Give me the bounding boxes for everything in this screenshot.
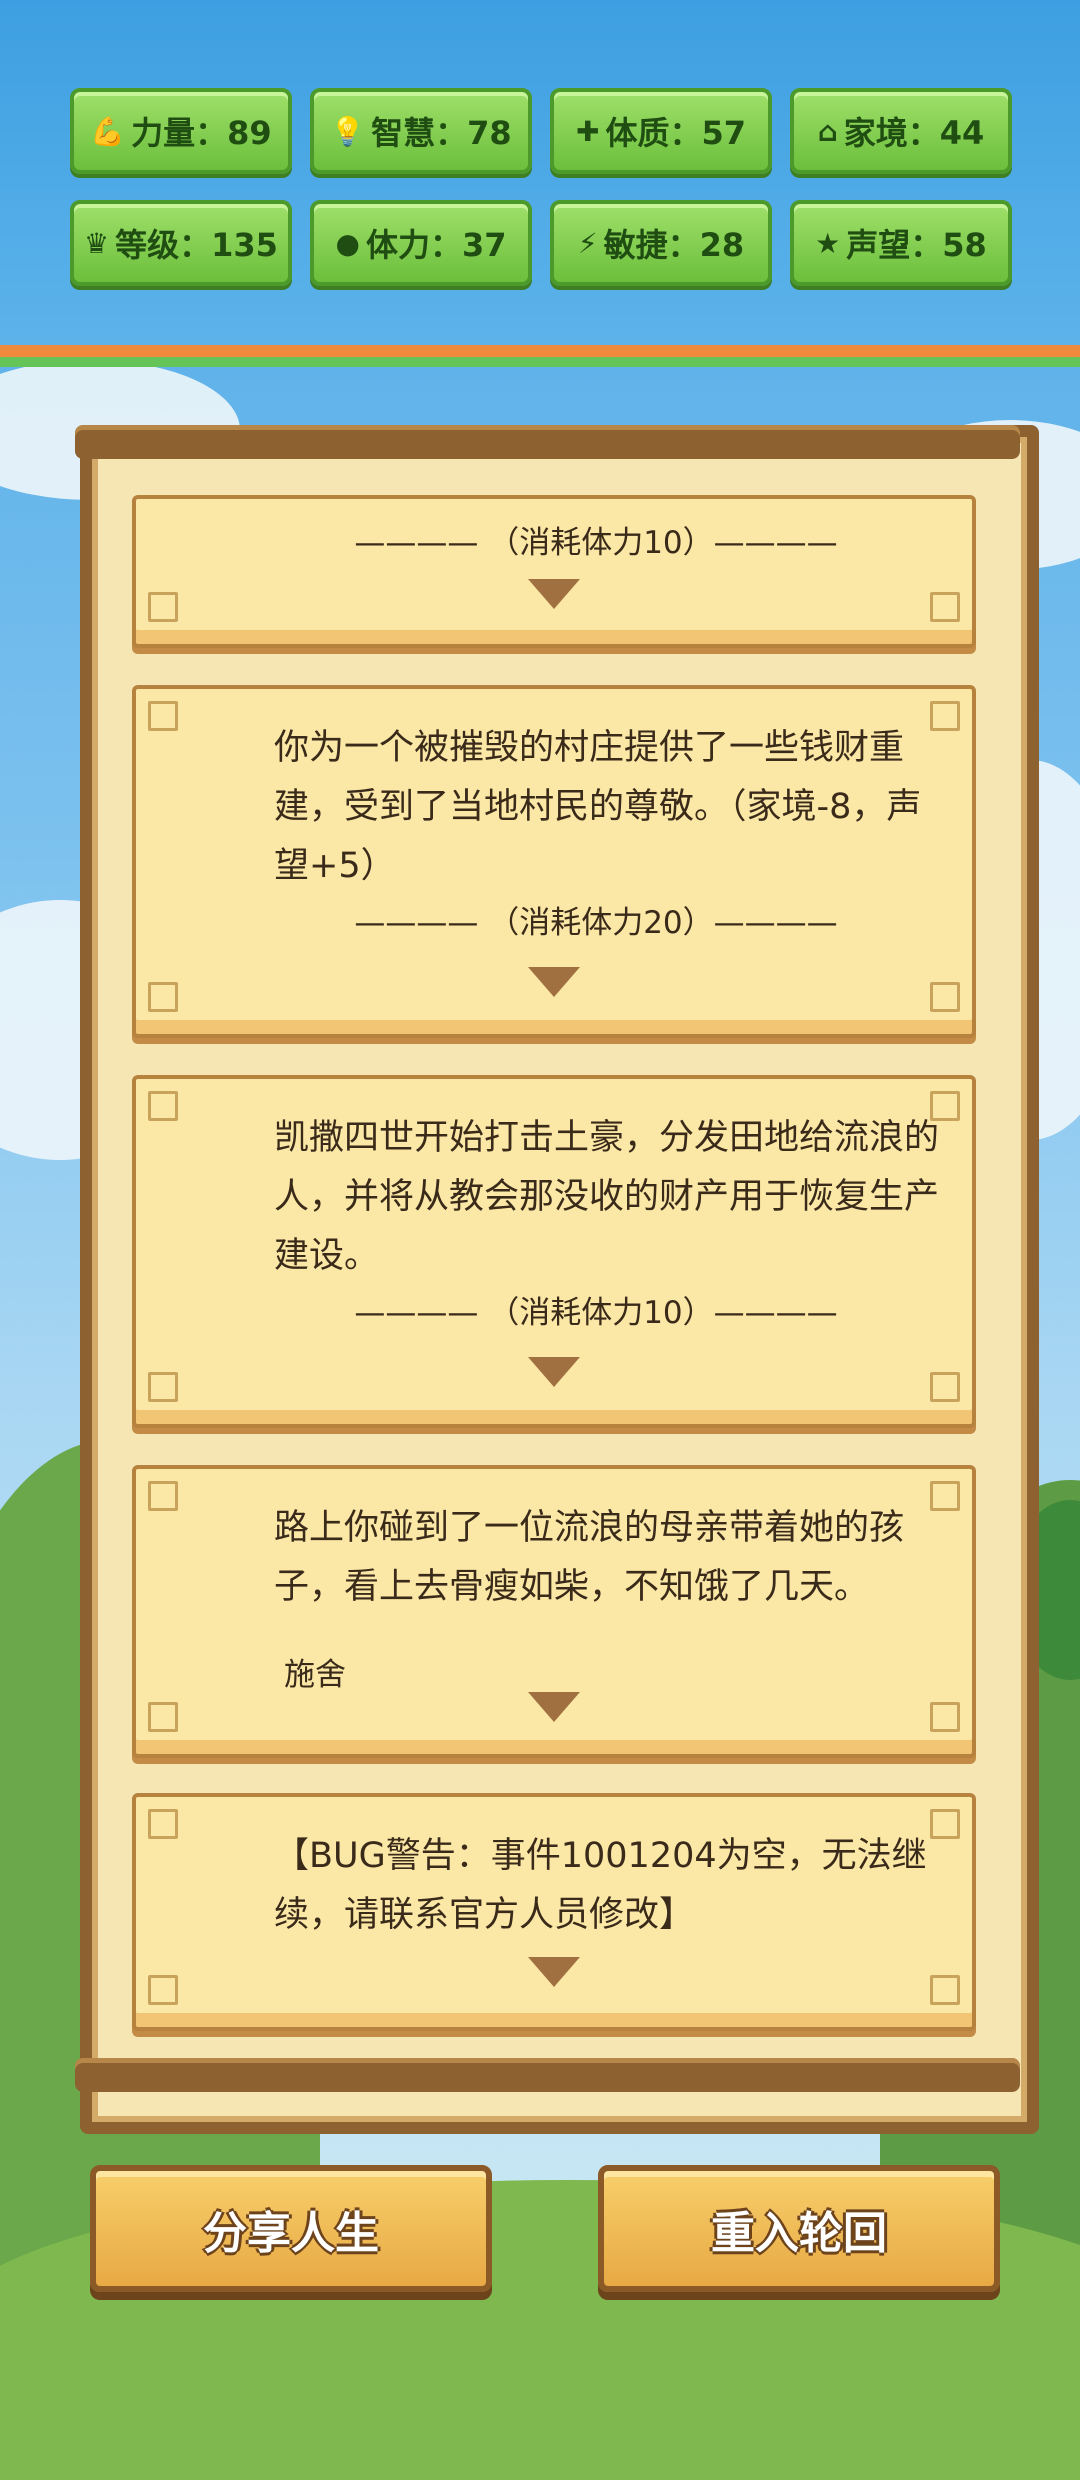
agility-icon: ⚡: [577, 226, 598, 260]
event-cost: ———— （消耗体力20）————: [354, 905, 838, 941]
constitution-icon: ✚: [575, 114, 600, 148]
stat-strength: 💪 力量：89: [70, 88, 292, 174]
event-card[interactable]: ———— （消耗体力10）————: [132, 495, 976, 648]
scroll-rod-bottom: [75, 2058, 1020, 2092]
event-card-bug-warning[interactable]: 【BUG警告：事件1001204为空，无法继续，请联系官方人员修改】: [132, 1793, 976, 2031]
event-text: 路上你碰到了一位流浪的母亲带着她的孩子，看上去骨瘦如柴，不知饿了几天。: [274, 1508, 905, 1607]
expand-arrow-icon[interactable]: [528, 579, 580, 609]
reincarnate-button[interactable]: 重入轮回: [598, 2165, 1000, 2292]
family-icon: ⌂: [817, 114, 838, 148]
event-cost: ———— （消耗体力10）————: [354, 525, 838, 561]
event-text: 【BUG警告：事件1001204为空，无法继续，请联系官方人员修改】: [274, 1836, 927, 1935]
event-cost: ———— （消耗体力10）————: [354, 1295, 838, 1331]
stat-wisdom: 💡 智慧：78: [310, 88, 532, 174]
stamina-icon: ●: [335, 226, 360, 260]
reputation-icon: ★: [815, 226, 841, 260]
event-card[interactable]: 凯撒四世开始打击土豪，分发田地给流浪的人，并将从教会那没收的财产用于恢复生产建设…: [132, 1075, 976, 1428]
choice-option-almsgiving[interactable]: 施舍: [284, 1649, 346, 1694]
stats-panel: 💪 力量：89 💡 智慧：78 ✚ 体质：57 ⌂ 家境：44 ♛ 等级：135 ● 体力：…: [0, 0, 1080, 357]
expand-arrow-icon[interactable]: [528, 1357, 580, 1387]
stat-stamina: ● 体力：37: [310, 200, 532, 286]
event-card[interactable]: 你为一个被摧毁的村庄提供了一些钱财重建，受到了当地村民的尊敬。（家境-8，声望+…: [132, 685, 976, 1038]
stat-family: ⌂ 家境：44: [790, 88, 1012, 174]
strength-icon: 💪: [90, 114, 126, 148]
stat-agility: ⚡ 敏捷：28: [550, 200, 772, 286]
event-text: 你为一个被摧毁的村庄提供了一些钱财重建，受到了当地村民的尊敬。（家境-8，声望+…: [274, 728, 922, 886]
share-life-button[interactable]: 分享人生: [90, 2165, 492, 2292]
expand-arrow-icon[interactable]: [528, 1957, 580, 1987]
expand-arrow-icon[interactable]: [528, 967, 580, 997]
stat-reputation: ★ 声望：58: [790, 200, 1012, 286]
event-card[interactable]: 路上你碰到了一位流浪的母亲带着她的孩子，看上去骨瘦如柴，不知饿了几天。 施舍: [132, 1465, 976, 1758]
event-text: 凯撒四世开始打击土豪，分发田地给流浪的人，并将从教会那没收的财产用于恢复生产建设…: [274, 1118, 940, 1276]
expand-arrow-icon[interactable]: [528, 1692, 580, 1722]
level-icon: ♛: [84, 226, 110, 260]
stat-level: ♛ 等级：135: [70, 200, 292, 286]
stat-constitution: ✚ 体质：57: [550, 88, 772, 174]
scroll-rod-top: [75, 425, 1020, 459]
wisdom-icon: 💡: [330, 114, 366, 148]
